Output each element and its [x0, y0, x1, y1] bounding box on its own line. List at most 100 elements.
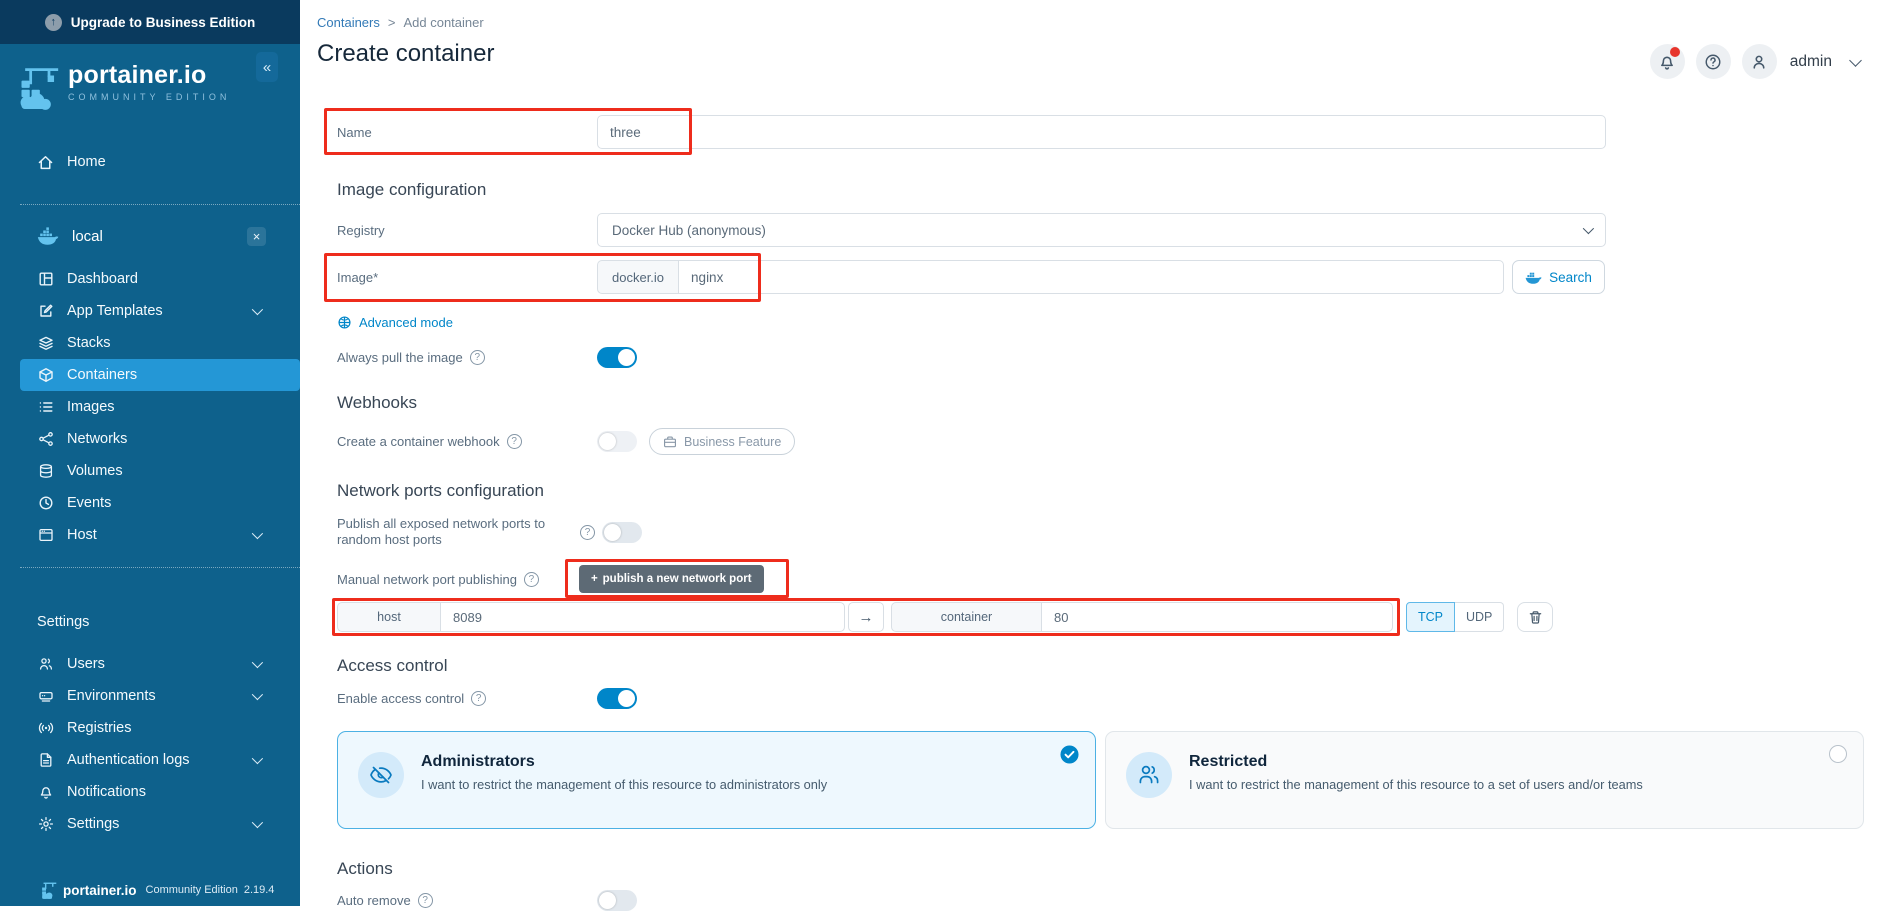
enable-access-row: Enable access control ? — [337, 688, 1882, 709]
sidebar-item-host[interactable]: Host — [20, 519, 300, 551]
always-pull-toggle[interactable] — [597, 347, 637, 368]
help-button[interactable] — [1695, 44, 1731, 79]
stacks-icon — [37, 335, 54, 352]
footer-version: 2.19.4 — [243, 884, 275, 896]
publish-new-port-button[interactable]: + publish a new network port — [564, 559, 789, 598]
container-port-input[interactable] — [1041, 602, 1393, 632]
breadcrumb-separator: > — [387, 15, 396, 30]
delete-port-button[interactable] — [1517, 602, 1554, 632]
breadcrumb-current: Add container — [403, 15, 484, 30]
publish-all-toggle[interactable] — [602, 521, 642, 543]
auto-remove-toggle[interactable] — [597, 890, 637, 911]
image-search-button[interactable]: Search — [1512, 260, 1606, 294]
sidebar-item-label: Environments — [67, 688, 156, 704]
sidebar-item-users[interactable]: Users — [0, 648, 300, 680]
question-circle-icon[interactable]: ? — [469, 350, 485, 365]
events-icon — [37, 495, 54, 512]
dashboard-icon — [37, 271, 54, 288]
host-port-input[interactable] — [440, 602, 845, 632]
enable-access-toggle[interactable] — [597, 688, 637, 709]
restricted-card-texts: Restricted I want to restrict the manage… — [1189, 749, 1643, 792]
question-circle-icon[interactable]: ? — [580, 524, 595, 540]
sidebar-collapse-button[interactable]: « — [256, 52, 278, 82]
sidebar-item-dashboard[interactable]: Dashboard — [20, 263, 300, 295]
business-feature-badge: Business Feature — [649, 428, 796, 455]
image-label: Image* — [337, 269, 379, 285]
image-input[interactable] — [678, 260, 1505, 294]
main-content: Containers > Add container Create contai… — [300, 0, 1882, 911]
sidebar-item-label: App Templates — [67, 303, 163, 319]
sidebar-item-settings[interactable]: Settings — [0, 808, 300, 840]
logo-title: portainer.io — [68, 61, 207, 89]
sidebar-item-label: Images — [67, 399, 115, 415]
host-port-group: host — [337, 602, 845, 632]
registry-selected-value: Docker Hub (anonymous) — [612, 222, 766, 238]
advanced-mode-link[interactable]: Advanced mode — [337, 315, 453, 330]
footer-edition: Community Edition — [145, 884, 238, 896]
sidebar-item-home[interactable]: Home — [0, 146, 300, 178]
sidebar-item-label: Home — [67, 154, 106, 170]
registry-select[interactable]: Docker Hub (anonymous) — [597, 213, 1606, 247]
admin-username[interactable]: admin — [1790, 53, 1832, 71]
logo-area: portainer.io COMMUNITY EDITION « — [0, 44, 300, 120]
arrow-right-icon: → — [848, 602, 884, 632]
docker-whale-icon — [37, 227, 59, 245]
person-icon — [1753, 55, 1765, 69]
sidebar-item-app-templates[interactable]: App Templates — [20, 295, 300, 327]
always-pull-label: Always pull the image — [337, 350, 463, 365]
administrators-card-desc: I want to restrict the management of thi… — [421, 777, 828, 792]
logo-texts: portainer.io COMMUNITY EDITION — [68, 61, 231, 103]
auth-logs-icon — [37, 752, 54, 769]
sidebar-item-networks[interactable]: Networks — [20, 423, 300, 455]
eye-off-icon — [358, 752, 404, 798]
sidebar-item-containers[interactable]: Containers — [20, 359, 300, 391]
environment-close-icon[interactable]: × — [247, 226, 266, 246]
question-circle-icon[interactable]: ? — [471, 691, 487, 706]
webhook-toggle[interactable] — [597, 431, 637, 452]
sidebar-item-environments[interactable]: Environments — [0, 680, 300, 712]
question-circle-icon[interactable]: ? — [506, 434, 522, 449]
name-input[interactable] — [597, 115, 1606, 149]
chevron-down-icon — [251, 527, 264, 540]
sidebar-item-stacks[interactable]: Stacks — [20, 327, 300, 359]
breadcrumb-containers-link[interactable]: Containers — [317, 15, 380, 30]
image-row: Image* docker.io Search — [324, 253, 1882, 302]
radio-unselected-icon — [1829, 745, 1847, 763]
advanced-mode-icon — [338, 316, 351, 329]
chevron-down-icon[interactable] — [1849, 53, 1862, 67]
administrators-card[interactable]: Administrators I want to restrict the ma… — [337, 731, 1096, 829]
check-circle-icon — [1060, 745, 1079, 764]
udp-button[interactable]: UDP — [1455, 602, 1505, 632]
question-circle-icon[interactable]: ? — [523, 571, 539, 587]
environment-section: local × Dashboard App Templates Stacks C… — [20, 204, 300, 568]
administrators-card-texts: Administrators I want to restrict the ma… — [421, 749, 827, 792]
notifications-bell-button[interactable] — [1649, 44, 1685, 79]
sidebar-item-authentication-logs[interactable]: Authentication logs — [0, 744, 300, 776]
create-container-form: Name Image configuration Registry Docker… — [300, 108, 1882, 911]
restricted-card[interactable]: Restricted I want to restrict the manage… — [1105, 731, 1864, 829]
tcp-button[interactable]: TCP — [1406, 602, 1455, 632]
sidebar: ↑ Upgrade to Business Edition portainer.… — [0, 0, 300, 906]
images-icon — [37, 399, 54, 416]
enable-access-label: Enable access control — [337, 691, 465, 706]
sidebar-item-volumes[interactable]: Volumes — [20, 455, 300, 487]
notification-dot — [1669, 47, 1680, 57]
webhooks-heading: Webhooks — [337, 393, 418, 412]
name-label: Name — [337, 124, 372, 140]
briefcase-icon — [664, 436, 676, 447]
sidebar-item-images[interactable]: Images — [20, 391, 300, 423]
users-group-icon — [1126, 752, 1172, 798]
chevron-down-icon — [1582, 222, 1595, 235]
logo-subtitle: COMMUNITY EDITION — [68, 92, 231, 102]
environment-header[interactable]: local × — [20, 219, 300, 253]
host-addon-label: host — [337, 602, 440, 632]
sidebar-item-registries[interactable]: Registries — [0, 712, 300, 744]
user-avatar-button[interactable] — [1741, 44, 1777, 79]
sidebar-item-label: Containers — [67, 367, 138, 383]
registry-label: Registry — [337, 222, 385, 238]
sidebar-item-notifications[interactable]: Notifications — [0, 776, 300, 808]
host-icon — [37, 527, 54, 544]
sidebar-item-events[interactable]: Events — [20, 487, 300, 519]
upgrade-banner[interactable]: ↑ Upgrade to Business Edition — [0, 0, 300, 44]
footer-brand: portainer.io — [63, 882, 137, 898]
